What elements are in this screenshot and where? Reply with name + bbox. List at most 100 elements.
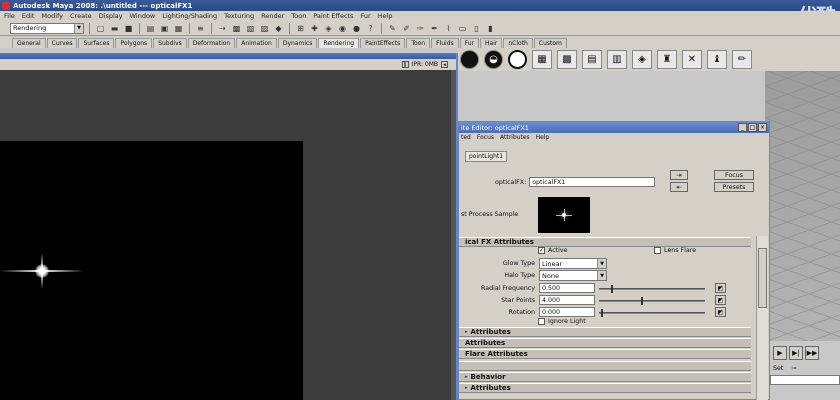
- menu-create[interactable]: Create: [70, 12, 92, 20]
- shelf-tab-animation[interactable]: Animation: [236, 38, 277, 48]
- render-current-frame-icon[interactable]: ▦: [532, 50, 552, 69]
- render-icon[interactable]: ✚: [309, 23, 320, 34]
- shelf-tab-hair[interactable]: Hair: [480, 38, 503, 48]
- spot-light-icon[interactable]: ♜: [657, 50, 677, 69]
- menu-paint-effects[interactable]: Paint Effects: [313, 12, 353, 20]
- command-line-field[interactable]: [770, 375, 840, 385]
- focus-button[interactable]: Focus: [714, 170, 754, 180]
- menu-lighting-shading[interactable]: Lighting/Shading: [162, 12, 217, 20]
- shelf-tab-rendering[interactable]: Rendering: [318, 38, 360, 48]
- map-button[interactable]: ◩: [715, 307, 726, 317]
- snap-view-icon[interactable]: ◆: [273, 23, 284, 34]
- snap-curve-icon[interactable]: ▧: [245, 23, 256, 34]
- menu-window[interactable]: Window: [130, 12, 156, 20]
- lambert-shader-icon[interactable]: [508, 50, 527, 69]
- select-object-icon[interactable]: ▣: [159, 23, 170, 34]
- presets-button[interactable]: Presets: [714, 182, 754, 192]
- help-icon[interactable]: ?: [365, 23, 376, 34]
- go-to-end-icon[interactable]: ▶▶: [805, 346, 819, 360]
- section-optical-fx-attributes[interactable]: ical FX Attributes: [459, 237, 751, 247]
- section-collapsed-2[interactable]: Attributes: [459, 338, 751, 348]
- shelf-tab-fluids[interactable]: Fluids: [431, 38, 459, 48]
- map-button[interactable]: ◩: [715, 283, 726, 293]
- select-hierarchy-icon[interactable]: ▤: [145, 23, 156, 34]
- select-node-button[interactable]: ⇥: [670, 170, 688, 180]
- shelf-tab-deformation[interactable]: Deformation: [187, 38, 236, 48]
- perspective-viewport[interactable]: [765, 71, 840, 341]
- hypershade-icon[interactable]: ●: [351, 23, 362, 34]
- menu-texturing[interactable]: Texturing: [224, 12, 254, 20]
- copy-tab-button[interactable]: ⇤: [670, 182, 688, 192]
- save-scene-icon[interactable]: ■: [123, 23, 134, 34]
- ipr-icon[interactable]: ◈: [323, 23, 334, 34]
- tab-pointlight1[interactable]: pointLight1: [465, 151, 508, 162]
- render-settings-shelf-icon[interactable]: ▤: [582, 50, 602, 69]
- point-light-icon[interactable]: ♝: [707, 50, 727, 69]
- step-forward-icon[interactable]: ▶|: [789, 346, 803, 360]
- ignore-light-checkbox[interactable]: [538, 318, 545, 325]
- tool-settings-icon[interactable]: ▮: [485, 23, 496, 34]
- ae-menu-attributes[interactable]: Attributes: [500, 134, 530, 141]
- blinn-shader-icon[interactable]: ◒: [484, 50, 503, 69]
- menu-fur[interactable]: Fur: [360, 12, 370, 20]
- section-behavior[interactable]: ▸ Behavior: [459, 372, 751, 382]
- shelf-tab-polygons[interactable]: Polygons: [115, 38, 153, 48]
- ae-menu-help[interactable]: Help: [536, 134, 550, 141]
- minimize-icon[interactable]: _: [738, 123, 747, 132]
- rotation-field[interactable]: 0.000: [539, 307, 595, 317]
- section-flare-attributes[interactable]: Flare Attributes: [459, 349, 751, 359]
- star-points-field[interactable]: 4.000: [539, 295, 595, 305]
- slider-handle[interactable]: [641, 297, 643, 305]
- brush-icon[interactable]: ✐: [401, 23, 412, 34]
- slider-handle[interactable]: [611, 285, 613, 293]
- shelf-tab-ncloth[interactable]: nCloth: [503, 38, 533, 48]
- channel-box-icon[interactable]: ▭: [457, 23, 468, 34]
- map-button[interactable]: ◩: [715, 295, 726, 305]
- halo-type-dropdown[interactable]: None ▼: [539, 270, 607, 281]
- ae-menu-focus[interactable]: Focus: [477, 134, 494, 141]
- star-points-slider[interactable]: [599, 297, 705, 305]
- shelf-tab-toon[interactable]: Toon: [406, 38, 431, 48]
- mask-arrow-icon[interactable]: ⇢: [217, 23, 228, 34]
- attribute-editor-scrollbar[interactable]: [756, 236, 768, 400]
- ae-menu-list[interactable]: ted: [461, 134, 471, 141]
- remove-light-icon[interactable]: ✕: [682, 50, 702, 69]
- paint-icon[interactable]: ✒: [429, 23, 440, 34]
- menu-modify[interactable]: Modify: [41, 12, 63, 20]
- play-forward-icon[interactable]: ▶: [773, 346, 787, 360]
- lens-flare-checkbox[interactable]: [654, 247, 661, 254]
- radial-frequency-slider[interactable]: [599, 285, 705, 293]
- render-view-scrollbar[interactable]: [451, 70, 456, 400]
- node-name-field[interactable]: opticalFX1: [529, 177, 656, 187]
- slider-handle[interactable]: [601, 309, 603, 317]
- maximize-icon[interactable]: □: [748, 123, 757, 132]
- menu-help[interactable]: Help: [378, 12, 393, 20]
- select-component-icon[interactable]: ▦: [173, 23, 184, 34]
- render-settings-icon[interactable]: ◉: [337, 23, 348, 34]
- section-collapsed-1[interactable]: ▸ Attributes: [459, 327, 751, 337]
- black-sphere-icon[interactable]: [460, 50, 479, 69]
- shelf-tab-surfaces[interactable]: Surfaces: [78, 38, 115, 48]
- radial-frequency-field[interactable]: 0.500: [539, 283, 595, 293]
- shelf-tab-general[interactable]: General: [12, 38, 46, 48]
- history-icon[interactable]: ⊞: [295, 23, 306, 34]
- shelf-tab-custom[interactable]: Custom: [533, 38, 567, 48]
- open-scene-icon[interactable]: ▬: [109, 23, 120, 34]
- ipr-render-icon[interactable]: ▩: [557, 50, 577, 69]
- close-icon[interactable]: ×: [758, 123, 767, 132]
- menu-set-dropdown[interactable]: Rendering ▼: [10, 22, 84, 34]
- shelf-tab-curves[interactable]: Curves: [46, 38, 78, 48]
- menu-render[interactable]: Render: [261, 12, 284, 20]
- snap-grid-icon[interactable]: ▩: [231, 23, 242, 34]
- section-collapsed-6[interactable]: ▸ Attributes: [459, 383, 751, 393]
- paint-brush-icon[interactable]: ✏: [732, 50, 752, 69]
- key-icon[interactable]: ⊸: [791, 365, 796, 372]
- shelf-tab-subdivs[interactable]: Subdivs: [153, 38, 187, 48]
- mask-icon[interactable]: ≡: [195, 23, 206, 34]
- menu-toon[interactable]: Toon: [291, 12, 306, 20]
- menu-edit[interactable]: Edit: [22, 12, 35, 20]
- shelf-tab-dynamics[interactable]: Dynamics: [277, 38, 318, 48]
- rotation-slider[interactable]: [599, 309, 705, 317]
- new-scene-icon[interactable]: ▢: [95, 23, 106, 34]
- batch-render-icon[interactable]: ▥: [607, 50, 627, 69]
